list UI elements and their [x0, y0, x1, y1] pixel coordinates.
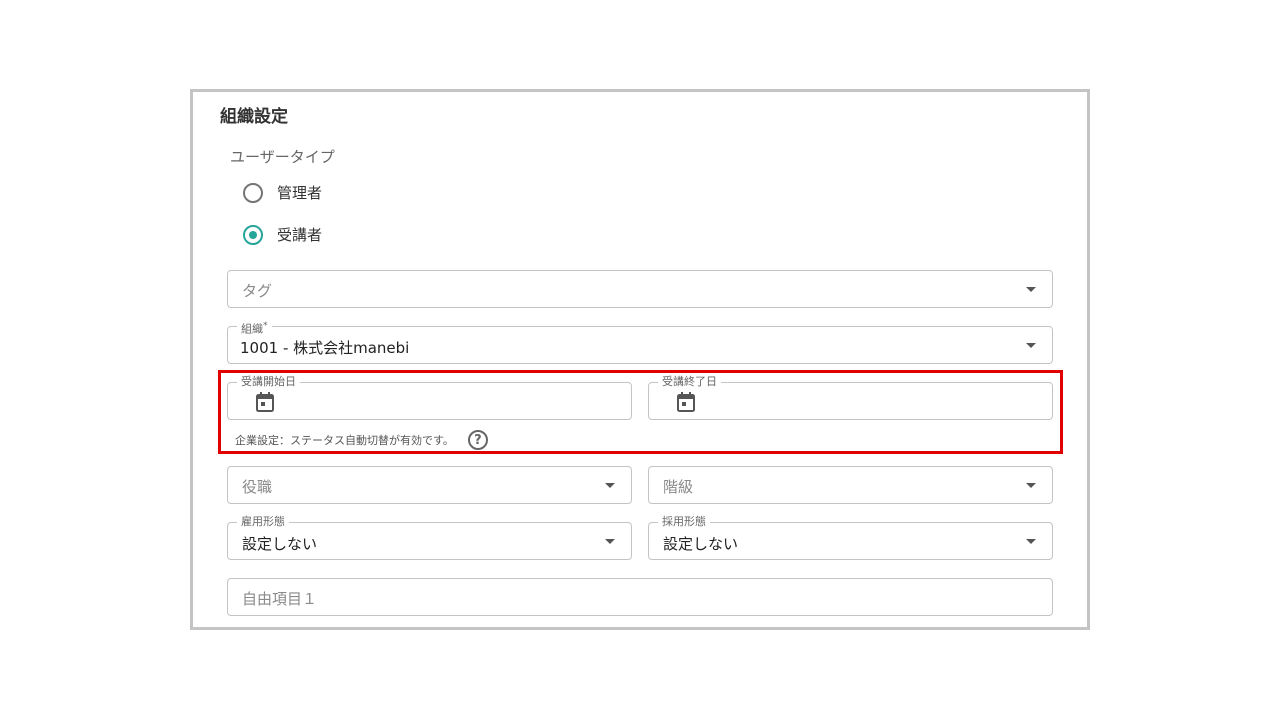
radio-learner[interactable]: 受講者: [243, 224, 322, 245]
rank-select[interactable]: 階級: [648, 466, 1053, 504]
tag-select[interactable]: タグ: [227, 270, 1053, 308]
note-text: 企業設定：ステータス自動切替が有効です。: [235, 434, 454, 447]
employment-type-select[interactable]: 雇用形態 設定しない: [227, 515, 632, 560]
hiring-type-select[interactable]: 採用形態 設定しない: [648, 515, 1053, 560]
dropdown-arrow-icon[interactable]: [1026, 287, 1036, 292]
hiring-type-label: 採用形態: [658, 515, 710, 529]
organization-select[interactable]: 組織* 1001 - 株式会社manebi: [227, 319, 1053, 364]
end-date-label: 受講終了日: [658, 375, 721, 389]
tag-placeholder: タグ: [242, 282, 273, 300]
radio-learner-label: 受講者: [277, 226, 323, 244]
position-select[interactable]: 役職: [227, 466, 632, 504]
section-title: 組織設定: [220, 107, 288, 127]
hiring-type-value: 設定しない: [663, 535, 739, 553]
position-placeholder: 役職: [242, 478, 273, 496]
free-item-1-placeholder: 自由項目１: [242, 590, 318, 608]
user-type-label: ユーザータイプ: [230, 148, 335, 166]
radio-checked-icon[interactable]: [243, 224, 263, 245]
start-date-input[interactable]: 受講開始日: [227, 375, 632, 420]
radio-admin-label: 管理者: [277, 184, 323, 202]
dropdown-arrow-icon[interactable]: [605, 539, 615, 544]
organization-label: 組織*: [237, 319, 272, 337]
calendar-icon[interactable]: [677, 392, 695, 412]
employment-type-value: 設定しない: [242, 535, 318, 553]
start-date-label: 受講開始日: [237, 375, 300, 389]
dropdown-arrow-icon[interactable]: [1026, 483, 1036, 488]
radio-unchecked-icon[interactable]: [243, 182, 263, 203]
end-date-input[interactable]: 受講終了日: [648, 375, 1053, 420]
auto-status-note: 企業設定：ステータス自動切替が有効です。 ?: [235, 430, 488, 450]
free-item-1-input[interactable]: 自由項目１: [227, 578, 1053, 616]
help-circle-icon[interactable]: ?: [467, 430, 488, 450]
organization-value: 1001 - 株式会社manebi: [240, 339, 410, 357]
rank-placeholder: 階級: [663, 478, 694, 496]
dropdown-arrow-icon[interactable]: [1026, 343, 1036, 348]
employment-type-label: 雇用形態: [237, 515, 289, 529]
calendar-icon[interactable]: [256, 392, 274, 412]
radio-admin[interactable]: 管理者: [243, 182, 322, 203]
dropdown-arrow-icon[interactable]: [1026, 539, 1036, 544]
dropdown-arrow-icon[interactable]: [605, 483, 615, 488]
